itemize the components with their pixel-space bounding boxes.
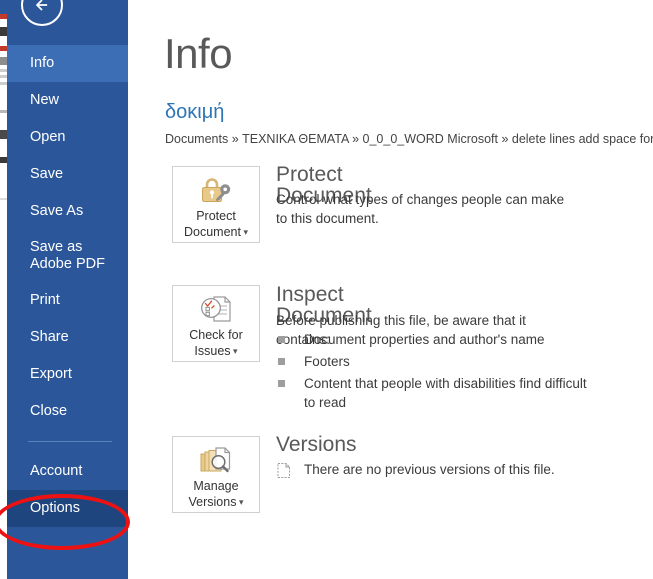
info-content-pane: Info δοκιμή Documents » ΤΕΧΝΙΚΑ ΘΕΜΑΤΑ »… xyxy=(128,0,653,579)
sidebar-item-share[interactable]: Share xyxy=(7,319,128,356)
caret-down-icon[interactable]: ▾ xyxy=(236,497,244,507)
caret-down-icon[interactable]: ▾ xyxy=(231,346,238,356)
sidebar-item-options[interactable]: Options xyxy=(7,490,128,527)
sidebar-item-save-as-adobe-pdf[interactable]: Save as Adobe PDF xyxy=(7,230,128,282)
document-checklist-icon xyxy=(199,292,233,326)
breadcrumb: Documents » ΤΕΧΝΙΚΑ ΘΕΜΑΤΑ » 0_0_0_WORD … xyxy=(165,132,653,146)
sidebar-item-info[interactable]: Info xyxy=(7,45,128,82)
versions-empty-message: There are no previous versions of this f… xyxy=(304,462,555,477)
sidebar-item-label: Export xyxy=(30,366,72,383)
sidebar-item-label: New xyxy=(30,92,60,109)
sidebar-item-label: Save xyxy=(30,166,64,183)
sidebar-item-print[interactable]: Print xyxy=(7,282,128,319)
list-item: Footers xyxy=(276,352,596,371)
check-for-issues-button[interactable]: Check for Issues ▾ xyxy=(172,285,260,362)
sidebar-item-label: Share xyxy=(30,329,69,346)
manage-versions-label: Manage Versions ▾ xyxy=(189,479,244,510)
word-backstage-info-screen: Info New Open Save Save As Save as Adobe… xyxy=(0,0,653,579)
sidebar-item-export[interactable]: Export xyxy=(7,356,128,393)
sidebar-item-save[interactable]: Save xyxy=(7,156,128,193)
caret-down-icon[interactable]: ▾ xyxy=(241,227,248,237)
backstage-sidebar: Info New Open Save Save As Save as Adobe… xyxy=(7,0,128,579)
page-title: Info xyxy=(164,30,233,77)
protect-document-label: Protect Document ▾ xyxy=(184,209,248,240)
documents-magnifier-icon xyxy=(198,443,234,477)
lock-and-key-icon xyxy=(198,173,234,207)
protect-document-button[interactable]: Protect Document ▾ xyxy=(172,166,260,243)
manage-versions-button[interactable]: Manage Versions ▾ xyxy=(172,436,260,513)
check-for-issues-label: Check for Issues ▾ xyxy=(189,328,243,359)
sidebar-item-label: Save As xyxy=(30,203,84,220)
list-item: Document properties and author's name xyxy=(276,330,596,349)
sidebar-item-open[interactable]: Open xyxy=(7,119,128,156)
button-label-line1: Check for xyxy=(189,328,243,342)
button-label-line2: Document xyxy=(183,224,241,239)
back-arrow-button[interactable] xyxy=(21,0,63,26)
section-title: Versions xyxy=(276,433,357,456)
sidebar-item-label: Options xyxy=(30,500,80,517)
sidebar-item-label: Info xyxy=(30,55,55,72)
background-window-sliver xyxy=(0,0,7,579)
sidebar-item-label: Save as Adobe PDF xyxy=(30,239,105,272)
sidebar-item-label: Open xyxy=(30,129,66,146)
sidebar-item-label: Print xyxy=(30,292,60,309)
button-label-line2: Versions xyxy=(188,494,237,509)
backstage-nav-list: Info New Open Save Save As Save as Adobe… xyxy=(7,45,128,527)
button-label-line1: Manage xyxy=(193,479,239,493)
sidebar-item-label: Account xyxy=(30,463,83,480)
list-item: Content that people with disabilities fi… xyxy=(276,374,596,412)
sidebar-item-account[interactable]: Account xyxy=(7,453,128,490)
button-label-line1: Protect xyxy=(196,209,236,223)
sidebar-item-close[interactable]: Close xyxy=(7,393,128,430)
document-name-link[interactable]: δοκιμή xyxy=(165,101,224,123)
button-label-line2: Issues xyxy=(194,343,231,358)
arrow-left-icon xyxy=(31,0,53,16)
inspect-findings-list: Document properties and author's name Fo… xyxy=(276,330,596,416)
sidebar-item-label: Close xyxy=(30,403,68,420)
section-description: Control what types of changes people can… xyxy=(276,192,565,227)
sidebar-item-new[interactable]: New xyxy=(7,82,128,119)
sidebar-item-save-as[interactable]: Save As xyxy=(7,193,128,230)
